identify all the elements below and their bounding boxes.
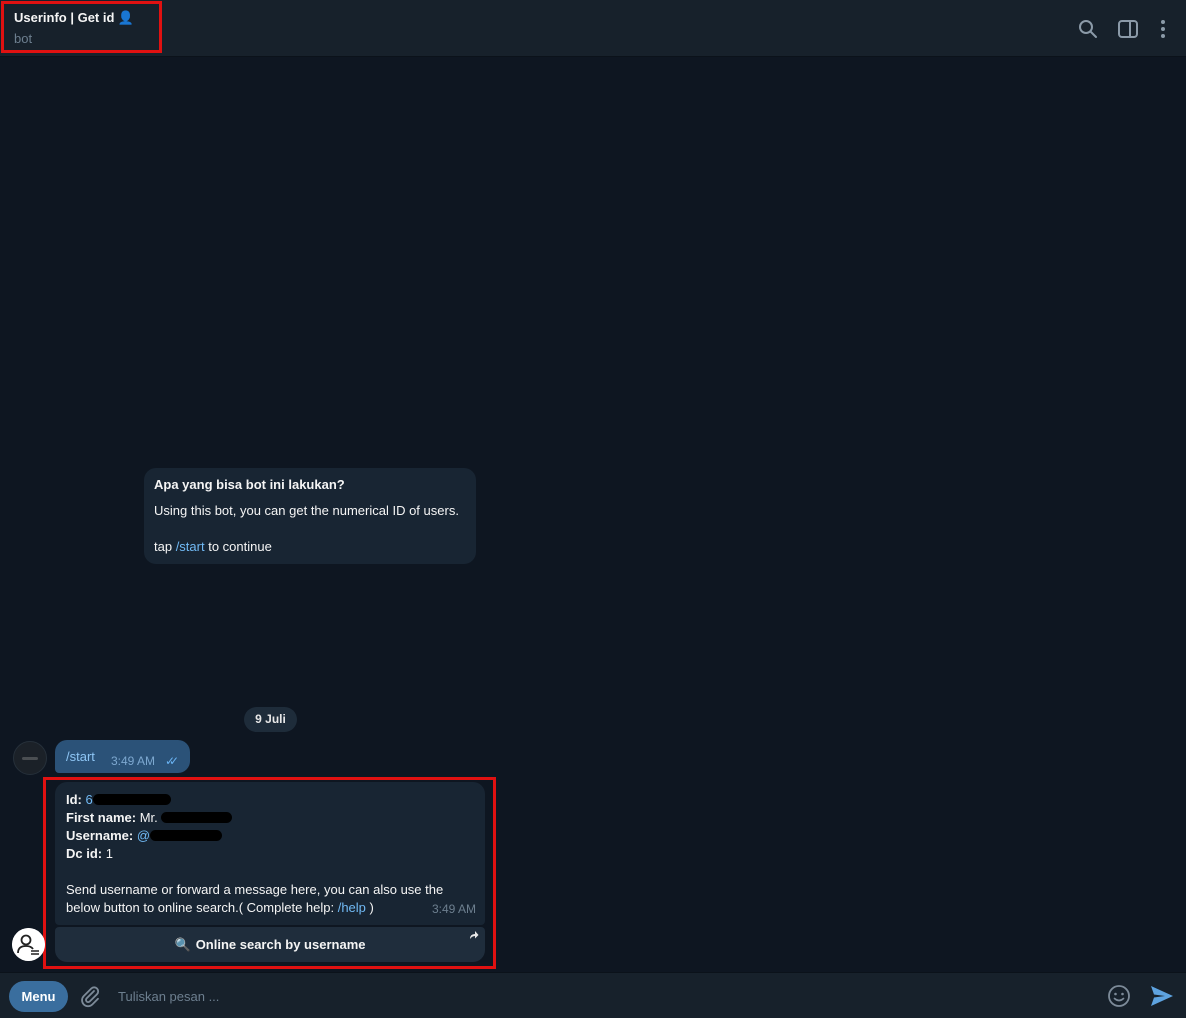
magnifier-icon: 🔍 xyxy=(174,937,191,952)
bot-avatar[interactable] xyxy=(12,928,45,961)
tap-prefix: tap xyxy=(154,539,176,554)
message-time: 3:49 AM xyxy=(431,902,476,916)
start-command-link[interactable]: /start xyxy=(176,539,205,554)
avatar[interactable] xyxy=(13,741,47,775)
chat-title[interactable]: Userinfo | Get id 👤 xyxy=(14,10,134,26)
outgoing-message[interactable]: /start 3:49 AM ✓✓ xyxy=(55,740,190,773)
bot-description-card: Apa yang bisa bot ini lakukan? Using thi… xyxy=(144,468,476,564)
date-separator: 9 Juli xyxy=(244,707,297,732)
chat-title-text[interactable]: Userinfo | Get id xyxy=(14,10,114,25)
more-vertical-icon[interactable] xyxy=(1152,18,1174,40)
first-name-value: Mr. xyxy=(139,810,158,825)
bot-description-text: Using this bot, you can get the numerica… xyxy=(154,503,459,518)
online-search-label: Online search by username xyxy=(195,937,366,952)
redaction-bar xyxy=(161,812,233,823)
chat-subtitle: bot xyxy=(14,31,33,46)
username-row: Username: @ xyxy=(66,827,474,845)
chat-header: Userinfo | Get id 👤 bot xyxy=(0,0,1186,57)
username-value[interactable]: @ xyxy=(137,828,150,843)
bust-icon: 👤 xyxy=(117,10,134,25)
id-value[interactable]: 6 xyxy=(86,792,93,807)
dc-value: 1 xyxy=(105,846,113,861)
emoji-icon[interactable] xyxy=(1107,984,1131,1008)
redaction-bar xyxy=(150,830,223,841)
menu-button[interactable]: Menu xyxy=(9,981,68,1012)
id-label: Id: xyxy=(66,792,82,807)
incoming-message[interactable]: Id: 6 First name: Mr. Username: @ Dc id:… xyxy=(55,782,485,925)
dc-row: Dc id: 1 xyxy=(66,845,474,863)
dc-label: Dc id: xyxy=(66,846,103,861)
forward-arrow-icon xyxy=(470,931,479,939)
search-icon[interactable] xyxy=(1077,18,1099,40)
send-icon[interactable] xyxy=(1149,984,1175,1008)
message-list[interactable]: Apa yang bisa bot ini lakukan? Using thi… xyxy=(0,58,1186,971)
message-input[interactable] xyxy=(110,981,1070,1011)
help-command-link[interactable]: /help xyxy=(338,900,366,915)
bot-description-tap: tap /start to continue xyxy=(154,538,466,556)
first-name-row: First name: Mr. xyxy=(66,809,474,827)
online-search-button[interactable]: 🔍 Online search by username xyxy=(55,927,485,962)
id-row: Id: 6 xyxy=(66,791,474,809)
start-command-link[interactable]: /start xyxy=(66,749,95,764)
double-check-icon: ✓✓ xyxy=(165,754,179,768)
first-name-label: First name: xyxy=(66,810,137,825)
tap-suffix: to continue xyxy=(204,539,272,554)
username-label: Username: xyxy=(66,828,134,843)
redaction-bar xyxy=(92,794,171,805)
message-composer: Menu xyxy=(0,972,1186,1018)
message-time: 3:49 AM xyxy=(111,754,156,768)
bot-description-question: Apa yang bisa bot ini lakukan? xyxy=(154,477,345,492)
paperclip-icon[interactable] xyxy=(79,984,101,1008)
response-body: Send username or forward a message here,… xyxy=(66,881,461,917)
sidebar-toggle-icon[interactable] xyxy=(1117,18,1139,40)
response-body-text: Send username or forward a message here,… xyxy=(66,882,444,915)
response-body-close: ) xyxy=(365,900,374,915)
